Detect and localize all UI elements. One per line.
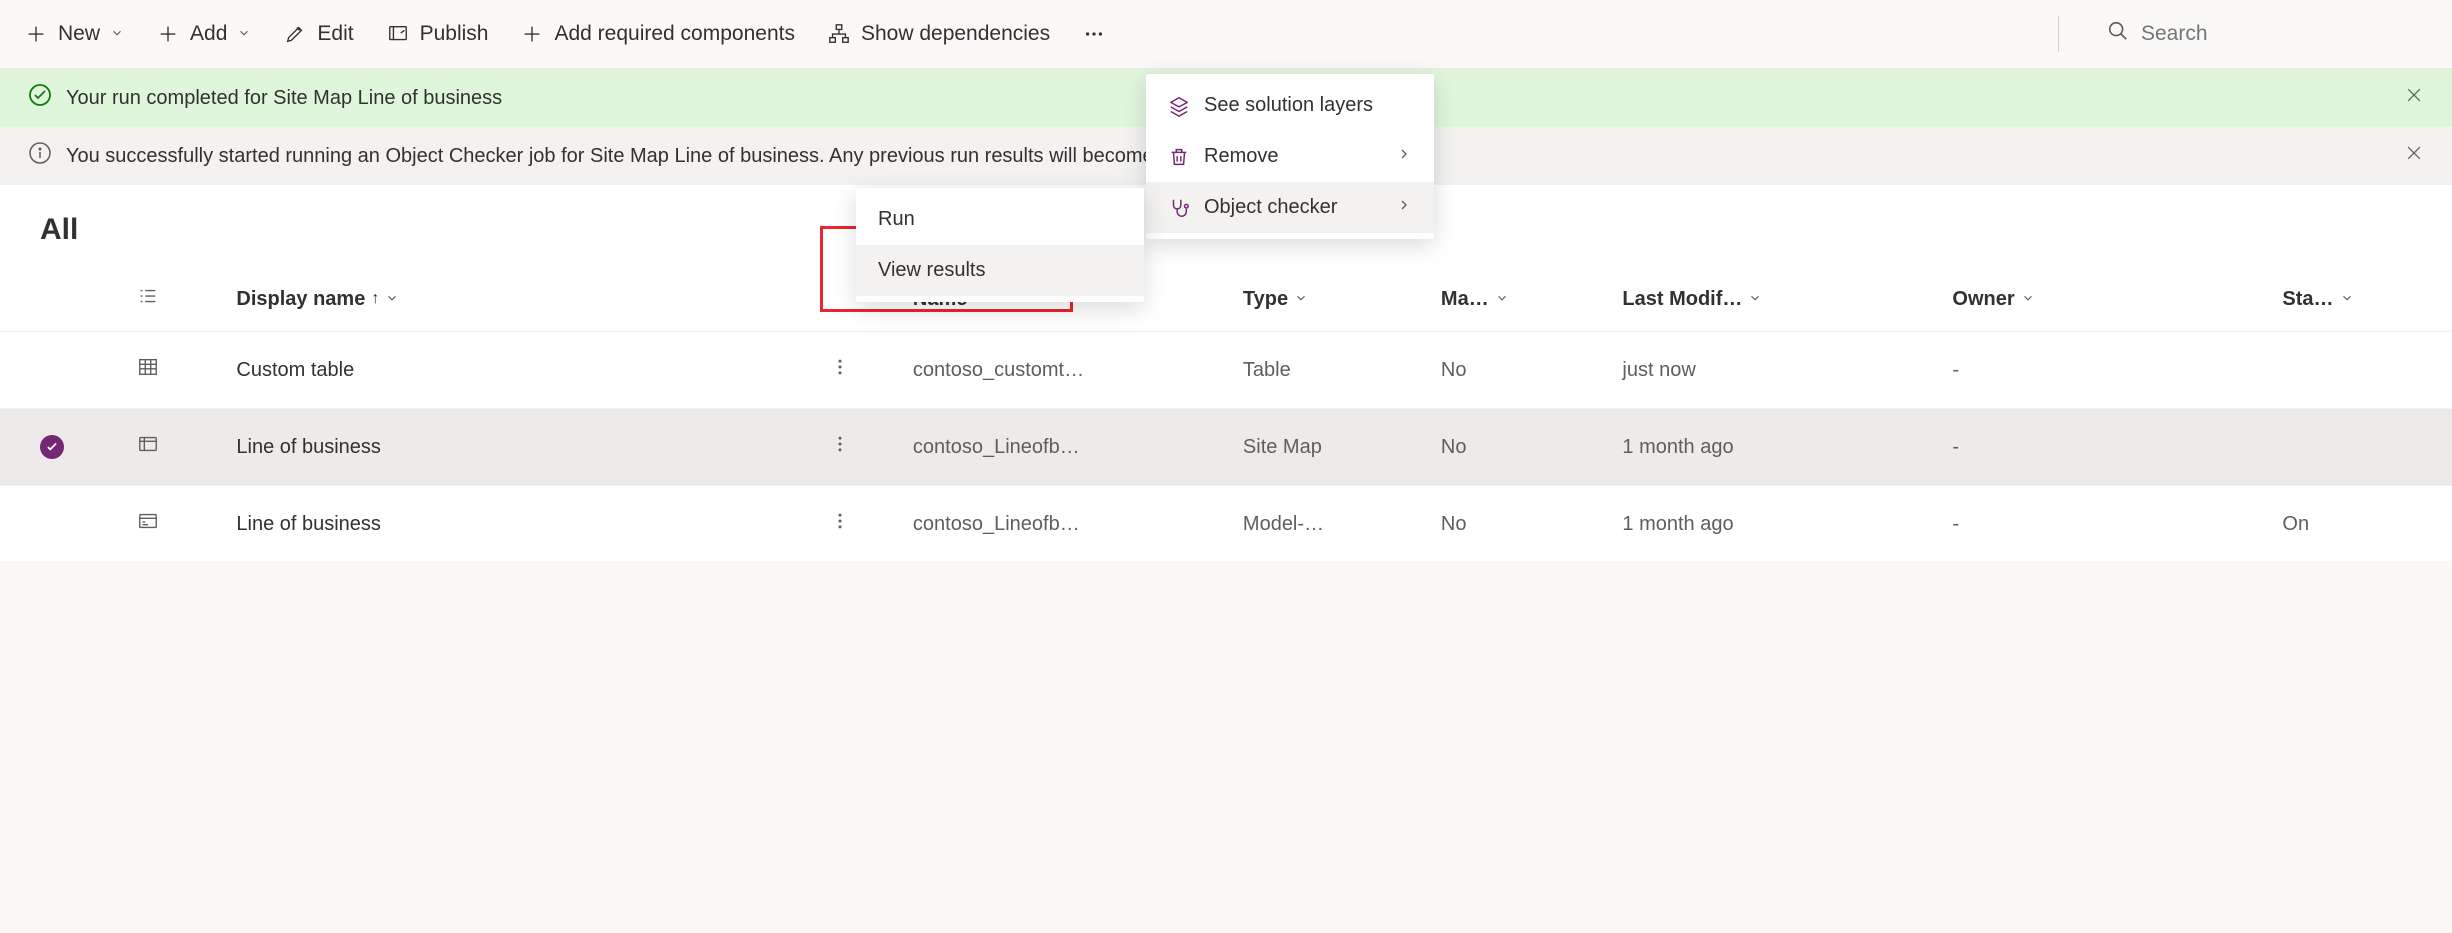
plus-icon [156,22,180,46]
search-box[interactable] [2091,12,2428,56]
command-bar: New Add Edit Publish Add required compon… [0,0,2452,69]
submenu-view-results[interactable]: View results [856,245,1144,296]
components-table: Display name ↑ Name [0,267,2452,563]
cell-owner: - [1940,332,2270,409]
menu-label: Run [878,208,915,231]
cell-managed: No [1429,486,1611,563]
table-row[interactable]: Line of business contoso_Lineofb… Site M… [0,409,2452,486]
publish-button[interactable]: Publish [386,22,489,46]
pencil-icon [283,22,307,46]
overflow-menu: See solution layers Remove Object checke… [1146,74,1434,239]
search-input[interactable] [2141,22,2412,46]
row-actions-button[interactable] [830,514,850,536]
col-modified[interactable]: Last Modif… [1610,267,1940,332]
cell-type: Model-… [1231,486,1429,563]
row-actions-button[interactable] [830,437,850,459]
add-button[interactable]: Add [156,22,251,46]
cell-managed: No [1429,409,1611,486]
menu-label: See solution layers [1204,94,1373,117]
col-owner[interactable]: Owner [1940,267,2270,332]
chevron-down-icon [2340,291,2354,308]
new-button[interactable]: New [24,22,124,46]
chevron-down-icon [1748,291,1762,308]
show-dependencies-button[interactable]: Show dependencies [827,22,1050,46]
menu-see-solution-layers[interactable]: See solution layers [1146,80,1434,131]
cell-name: contoso_Lineofb… [901,409,1231,486]
menu-object-checker[interactable]: Object checker [1146,182,1434,233]
cell-modified: just now [1610,332,1940,409]
submenu-run[interactable]: Run [856,194,1144,245]
edit-button[interactable]: Edit [283,22,353,46]
show-deps-label: Show dependencies [861,22,1050,46]
cell-display-name: Line of business [224,409,818,486]
col-type[interactable]: Type [1231,267,1429,332]
cell-owner: - [1940,486,2270,563]
cell-owner: - [1940,409,2270,486]
info-icon [28,141,52,171]
cell-status [2270,409,2452,486]
row-actions-button[interactable] [830,360,850,382]
table-row[interactable]: Line of business contoso_Lineofb… Model-… [0,486,2452,563]
edit-label: Edit [317,22,353,46]
cell-status [2270,332,2452,409]
cell-name: contoso_Lineofb… [901,486,1231,563]
layers-icon [1168,95,1190,117]
cell-modified: 1 month ago [1610,486,1940,563]
cell-modified: 1 month ago [1610,409,1940,486]
close-notification-button[interactable] [2404,143,2424,169]
menu-remove[interactable]: Remove [1146,131,1434,182]
cell-status: On [2270,486,2452,563]
cell-display-name: Line of business [224,486,818,563]
more-commands-button[interactable] [1082,22,1106,46]
cell-name: contoso_customt… [901,332,1231,409]
table-row[interactable]: Custom table contoso_customt… Table No j… [0,332,2452,409]
chevron-down-icon [237,26,251,43]
publish-label: Publish [420,22,489,46]
list-view-icon[interactable] [137,290,159,312]
plus-icon [520,22,544,46]
stethoscope-icon [1168,197,1190,219]
add-required-label: Add required components [554,22,795,46]
menu-label: Object checker [1204,196,1337,219]
new-label: New [58,22,100,46]
cell-managed: No [1429,332,1611,409]
chevron-down-icon [385,291,399,308]
notification-info-text: You successfully started running an Obje… [66,145,1211,168]
col-display-name[interactable]: Display name ↑ [224,267,818,332]
col-managed[interactable]: Ma… [1429,267,1611,332]
chevron-down-icon [1495,291,1509,308]
ellipsis-icon [1082,22,1106,46]
row-type-icon [137,510,159,532]
row-type-icon [137,356,159,378]
cell-type: Site Map [1231,409,1429,486]
add-label: Add [190,22,227,46]
close-notification-button[interactable] [2404,85,2424,111]
dependencies-icon [827,22,851,46]
plus-icon [24,22,48,46]
search-icon [2107,20,2129,48]
chevron-right-icon [1396,196,1412,219]
col-status[interactable]: Sta… [2270,267,2452,332]
menu-label: View results [878,259,985,282]
chevron-down-icon [2021,291,2035,308]
cell-display-name: Custom table [224,332,818,409]
object-checker-submenu: Run View results [856,188,1144,302]
toolbar-divider [2058,16,2059,52]
chevron-down-icon [1294,291,1308,308]
checkmark-icon[interactable] [40,435,64,459]
notification-success-text: Your run completed for Site Map Line of … [66,87,502,110]
menu-label: Remove [1204,145,1278,168]
check-circle-icon [28,83,52,113]
publish-icon [386,22,410,46]
row-type-icon [137,433,159,455]
add-required-components-button[interactable]: Add required components [520,22,795,46]
cell-type: Table [1231,332,1429,409]
trash-icon [1168,146,1190,168]
sort-up-icon: ↑ [371,290,379,308]
chevron-down-icon [110,26,124,43]
chevron-right-icon [1396,145,1412,168]
